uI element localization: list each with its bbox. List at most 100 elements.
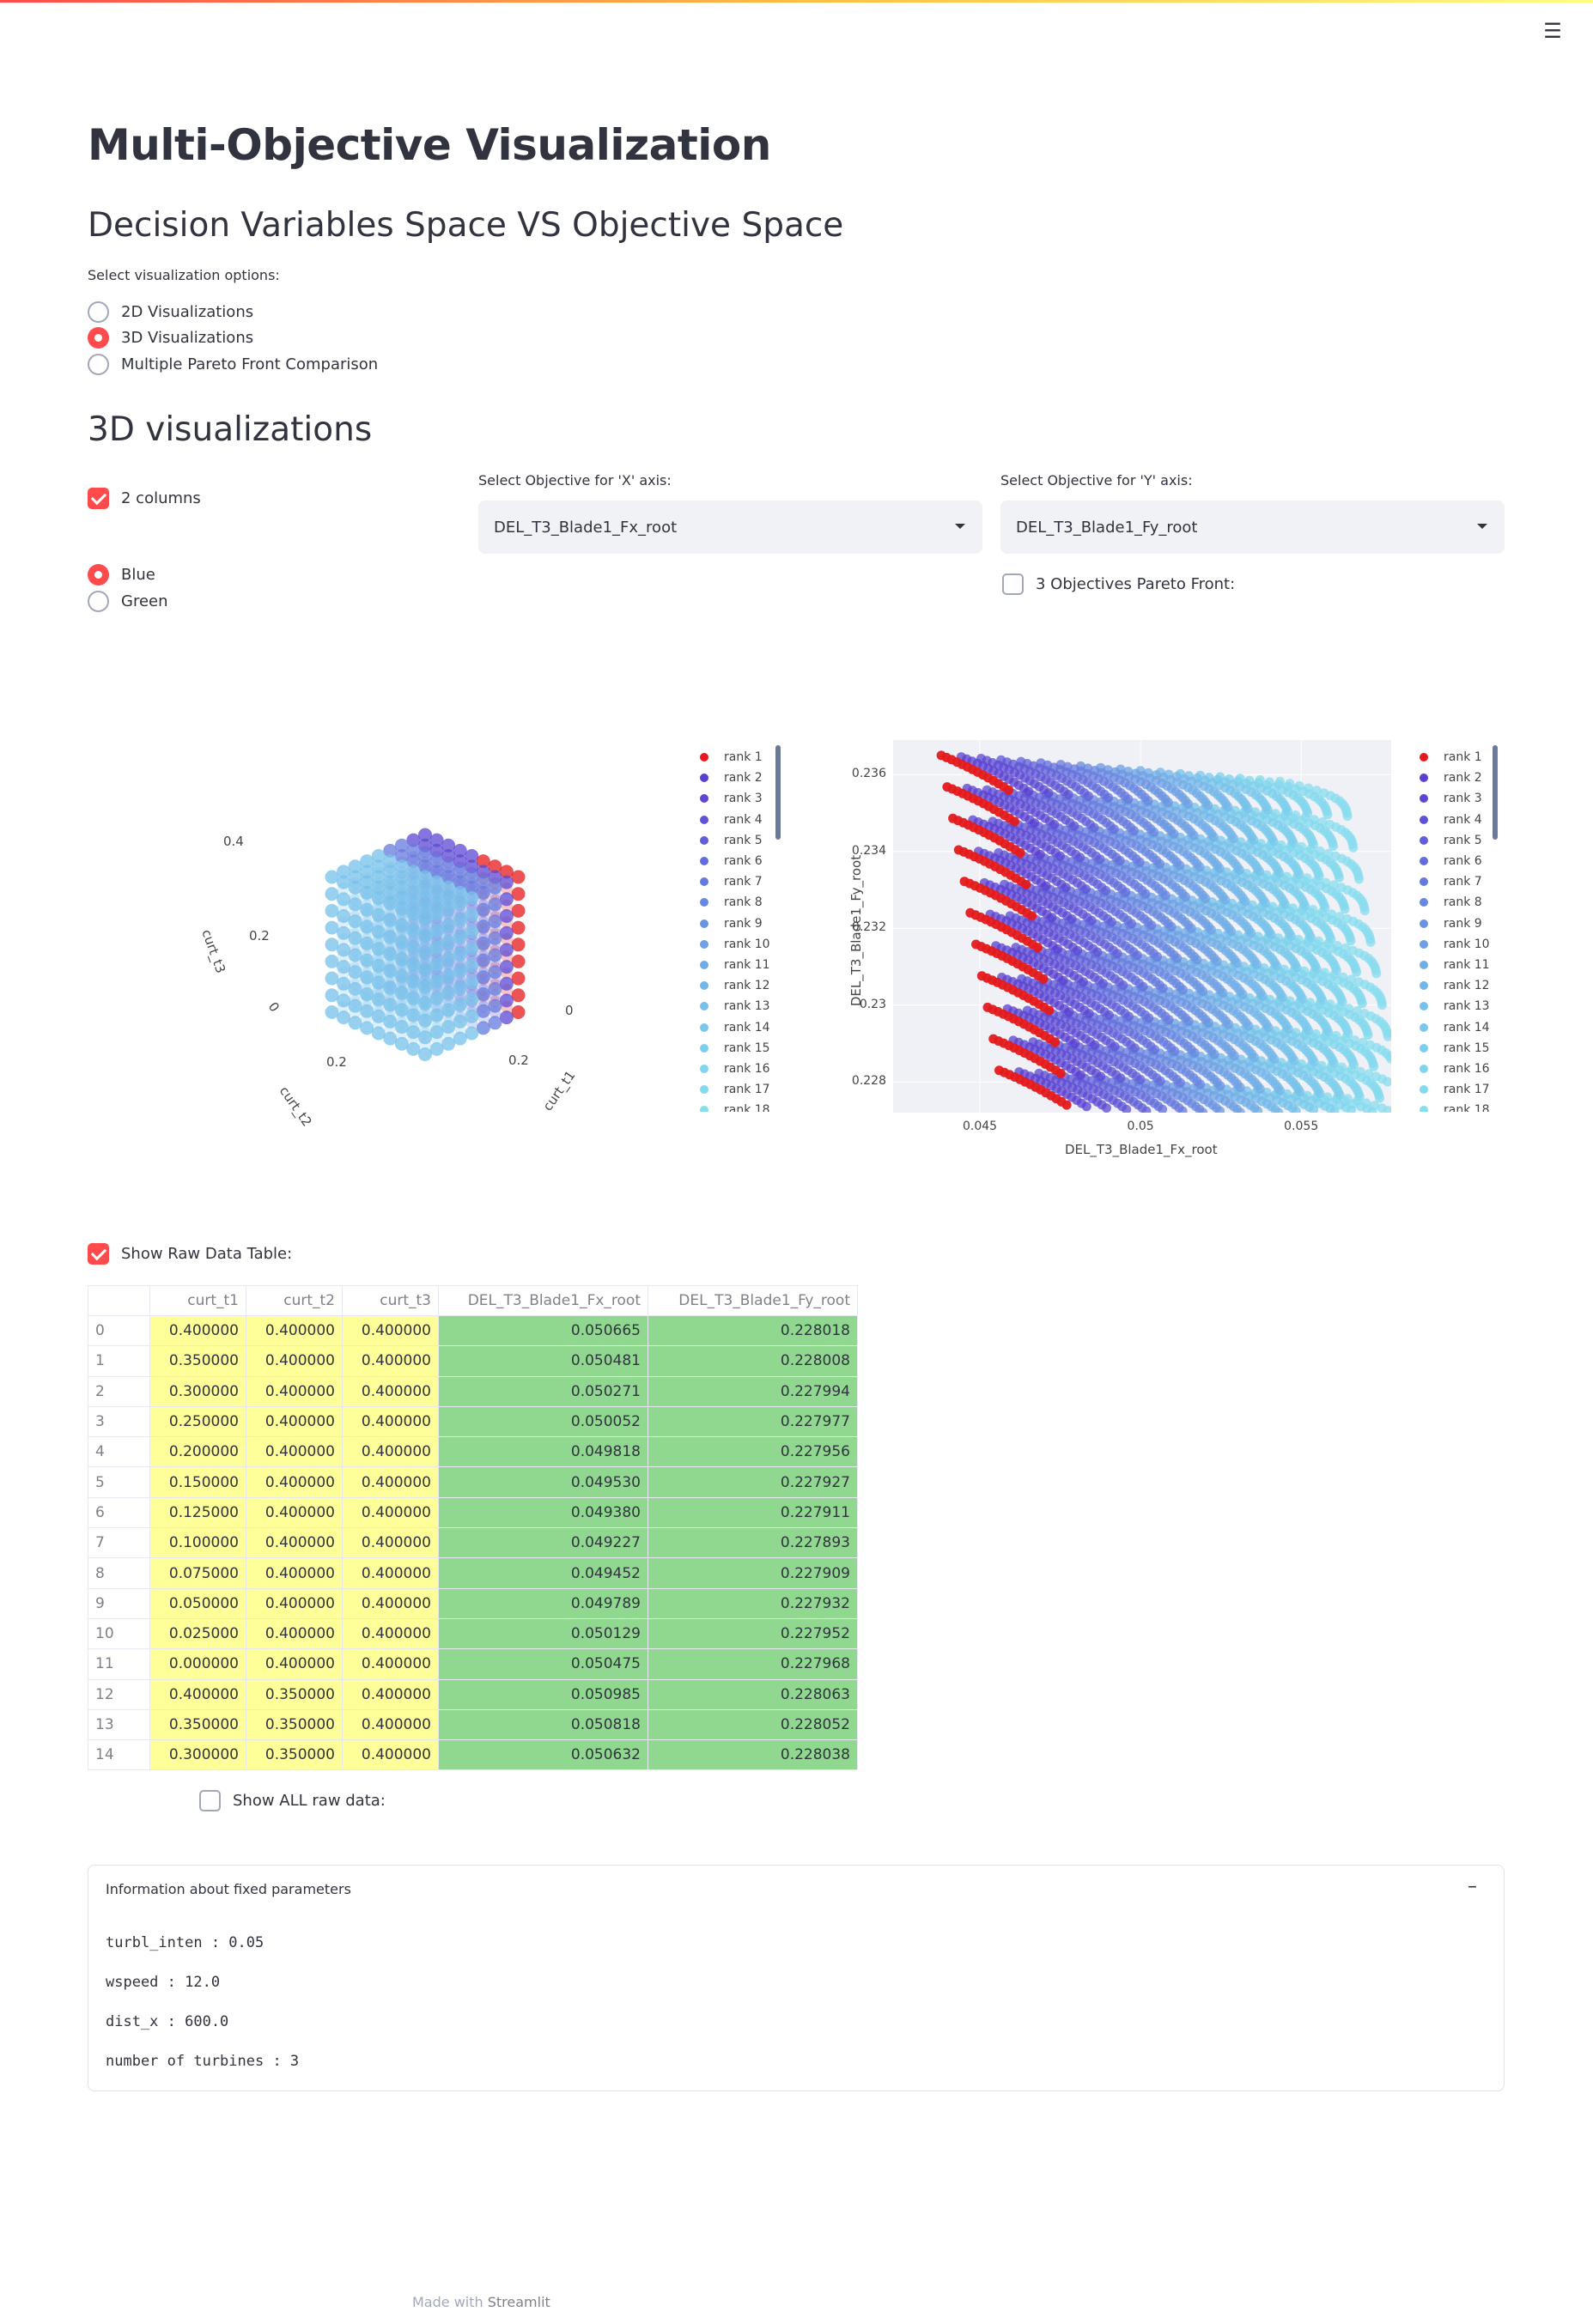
radio-3d[interactable]: 3D Visualizations <box>88 325 253 349</box>
y-axis-select[interactable]: DEL_T3_Blade1_Fy_root <box>1000 501 1505 554</box>
footer-brand-link[interactable]: Streamlit <box>488 2294 550 2310</box>
x-tick-label: 0.2 <box>508 1053 529 1068</box>
legend-item[interactable]: rank 13 <box>700 996 770 1016</box>
legend-item[interactable]: rank 11 <box>700 955 770 975</box>
scatter-point <box>1269 1053 1280 1064</box>
column-header[interactable]: curt_t3 <box>342 1285 439 1316</box>
legend-item[interactable]: rank 15 <box>1420 1038 1490 1059</box>
plot-3d-scatter[interactable]: curt_t3 curt_t2 curt_t1 0.4 0.2 0 0.2 0.2 0 <box>189 747 618 1129</box>
table-row[interactable]: 11 0.000000 0.400000 0.400000 0.050475 0.2279… <box>88 1648 858 1680</box>
table-cell: 0.400000 <box>246 1405 343 1438</box>
legend-item[interactable]: rank 18 <box>700 1100 770 1112</box>
column-header[interactable]: DEL_T3_Blade1_Fy_root <box>648 1285 858 1316</box>
table-row[interactable]: 5 0.150000 0.400000 0.400000 0.049530 0.22792… <box>88 1466 858 1498</box>
legend-item[interactable]: rank 6 <box>700 851 770 871</box>
checkbox-checked-icon[interactable] <box>88 1242 109 1265</box>
column-header[interactable]: curt_t1 <box>149 1285 246 1316</box>
table-row[interactable]: 2 0.300000 0.400000 0.400000 0.050271 0.22799… <box>88 1375 858 1407</box>
legend-item[interactable]: rank 18 <box>1420 1100 1490 1112</box>
legend-item[interactable]: rank 15 <box>700 1038 770 1059</box>
legend-item[interactable]: rank 17 <box>700 1079 770 1100</box>
legend-item[interactable]: rank 2 <box>700 768 770 788</box>
legend-item[interactable]: rank 2 <box>1420 768 1490 788</box>
legend-dot <box>1420 774 1428 783</box>
radio-color-green[interactable]: Green <box>88 589 168 613</box>
radio-color-blue[interactable]: Blue <box>88 562 155 586</box>
legend-item[interactable]: rank 14 <box>1420 1016 1490 1037</box>
legend-3d[interactable]: rank 1 rank 2 rank 3 rank 4 rank 5 rank 6 rank… <box>700 747 770 1112</box>
table-row[interactable]: 1 0.350000 0.400000 0.400000 0.050481 0.22800… <box>88 1345 858 1377</box>
table-row[interactable]: 3 0.250000 0.400000 0.400000 0.050052 0.22797… <box>88 1405 858 1438</box>
legend-2d[interactable]: rank 1 rank 2 rank 3 rank 4 rank 5 rank 6 rank… <box>1420 747 1490 1112</box>
legend-item[interactable]: rank 3 <box>1420 788 1490 809</box>
legend-item[interactable]: rank 4 <box>700 810 770 830</box>
legend-item[interactable]: rank 7 <box>700 871 770 892</box>
table-cell: 0.227956 <box>648 1436 858 1468</box>
legend-item[interactable]: rank 1 <box>700 747 770 768</box>
legend-item[interactable]: rank 8 <box>700 892 770 913</box>
radio-icon[interactable] <box>88 353 109 375</box>
legend-item[interactable]: rank 6 <box>1420 851 1490 871</box>
table-row[interactable]: 4 0.200000 0.400000 0.400000 0.049818 0.22795… <box>88 1436 858 1468</box>
legend-item[interactable]: rank 1 <box>1420 747 1490 768</box>
legend-item[interactable]: rank 12 <box>700 975 770 996</box>
checkbox-icon[interactable] <box>199 1789 221 1811</box>
table-cell: 0.049452 <box>438 1557 648 1589</box>
expander-header[interactable]: Information about fixed parameters <box>106 1881 351 1897</box>
minus-icon[interactable]: – <box>1468 1876 1477 1897</box>
fixed-params-expander[interactable]: Information about fixed parameters – tur… <box>88 1865 1505 2091</box>
scatter-point <box>1334 872 1344 883</box>
scatter-point-3d <box>465 958 479 973</box>
legend-item[interactable]: rank 5 <box>700 830 770 851</box>
pareto3-checkbox[interactable]: 3 Objectives Pareto Front: <box>1002 572 1235 596</box>
legend-2d-scrollbar[interactable] <box>1493 745 1498 840</box>
table-row[interactable]: 0 0.400000 0.400000 0.400000 0.050665 0.22801… <box>88 1314 858 1347</box>
table-row[interactable]: 8 0.075000 0.400000 0.400000 0.049452 0.22790… <box>88 1557 858 1589</box>
legend-item[interactable]: rank 17 <box>1420 1079 1490 1100</box>
scatter-point <box>1212 956 1222 967</box>
legend-item[interactable]: rank 4 <box>1420 810 1490 830</box>
legend-item[interactable]: rank 16 <box>1420 1059 1490 1079</box>
table-row[interactable]: 10 0.025000 0.400000 0.400000 0.050129 0.2279… <box>88 1617 858 1650</box>
x-axis-select[interactable]: DEL_T3_Blade1_Fx_root <box>478 501 982 554</box>
checkbox-checked-icon[interactable] <box>88 487 109 509</box>
plot-2d-scatter[interactable] <box>893 740 1391 1113</box>
row-index: 12 <box>88 1678 150 1710</box>
table-row[interactable]: 7 0.100000 0.400000 0.400000 0.049227 0.22789… <box>88 1527 858 1559</box>
legend-item[interactable]: rank 10 <box>1420 934 1490 955</box>
radio-selected-icon[interactable] <box>88 326 109 349</box>
legend-item[interactable]: rank 14 <box>700 1016 770 1037</box>
radio-icon[interactable] <box>88 300 109 323</box>
index-header[interactable] <box>88 1285 150 1316</box>
table-row[interactable]: 9 0.050000 0.400000 0.400000 0.049789 0.22793… <box>88 1587 858 1619</box>
legend-item[interactable]: rank 16 <box>700 1059 770 1079</box>
column-header[interactable]: curt_t2 <box>246 1285 343 1316</box>
legend-item[interactable]: rank 3 <box>700 788 770 809</box>
raw-table-checkbox[interactable]: Show Raw Data Table: <box>88 1241 292 1265</box>
legend-item[interactable]: rank 9 <box>1420 913 1490 934</box>
radio-2d[interactable]: 2D Visualizations <box>88 300 253 324</box>
radio-icon[interactable] <box>88 590 109 612</box>
legend-item[interactable]: rank 7 <box>1420 871 1490 892</box>
legend-item[interactable]: rank 12 <box>1420 975 1490 996</box>
checkbox-icon[interactable] <box>1002 573 1024 595</box>
legend-item[interactable]: rank 13 <box>1420 996 1490 1016</box>
table-row[interactable]: 14 0.300000 0.350000 0.400000 0.050632 0.2280… <box>88 1739 858 1771</box>
two-columns-checkbox[interactable]: 2 columns <box>88 486 201 510</box>
legend-item[interactable]: rank 11 <box>1420 955 1490 975</box>
table-row[interactable]: 12 0.400000 0.350000 0.400000 0.050985 0.2280… <box>88 1678 858 1710</box>
raw-data-table[interactable]: curt_t1 curt_t2 curt_t3 DEL_T3_Blade1_Fx_ro… <box>88 1285 858 1771</box>
scatter-point-3d <box>406 940 421 955</box>
legend-item[interactable]: rank 9 <box>700 913 770 934</box>
table-row[interactable]: 6 0.125000 0.400000 0.400000 0.049380 0.22791… <box>88 1496 858 1529</box>
legend-item[interactable]: rank 8 <box>1420 892 1490 913</box>
table-row[interactable]: 13 0.350000 0.350000 0.400000 0.050818 0.2280… <box>88 1708 858 1741</box>
radio-selected-icon[interactable] <box>88 563 109 586</box>
column-header[interactable]: DEL_T3_Blade1_Fx_root <box>438 1285 648 1316</box>
legend-item[interactable]: rank 5 <box>1420 830 1490 851</box>
radio-pareto-compare[interactable]: Multiple Pareto Front Comparison <box>88 352 378 376</box>
show-all-checkbox[interactable]: Show ALL raw data: <box>199 1788 386 1812</box>
legend-item[interactable]: rank 10 <box>700 934 770 955</box>
legend-3d-scrollbar[interactable] <box>775 745 781 840</box>
hamburger-icon[interactable]: ☰ <box>1542 19 1563 43</box>
